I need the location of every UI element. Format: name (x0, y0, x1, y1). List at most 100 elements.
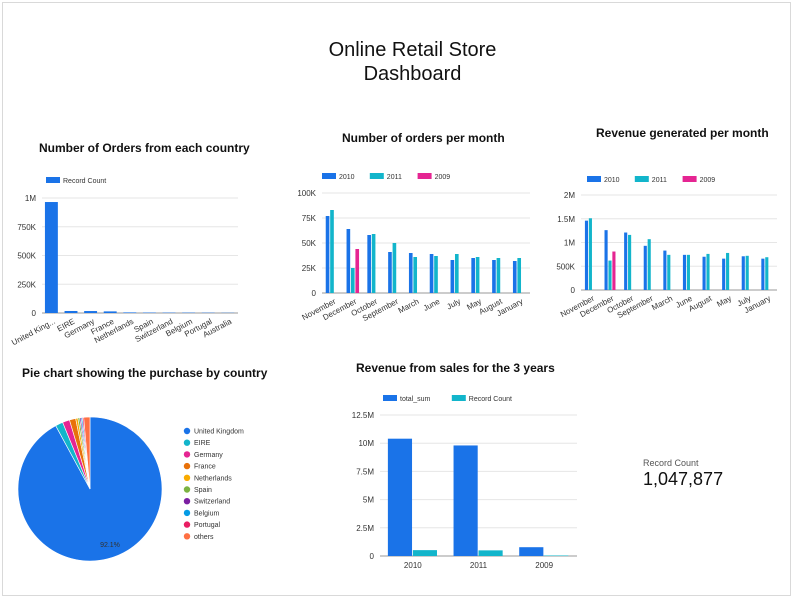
bar (544, 555, 569, 556)
bar (44, 202, 58, 313)
legend-label: 2011 (387, 174, 402, 181)
bar (682, 254, 687, 290)
y-tick-label: 2.5M (356, 524, 374, 533)
legend-label: Record Count (63, 178, 106, 185)
bar (761, 258, 765, 290)
bar (412, 550, 437, 556)
bar (584, 220, 589, 290)
bar (608, 260, 612, 290)
bar (741, 256, 745, 290)
x-tick-label: March (397, 297, 421, 315)
bar (722, 258, 726, 290)
bar (475, 257, 480, 293)
bar (667, 254, 671, 290)
bar (371, 234, 376, 293)
bar (512, 261, 517, 293)
bar (496, 258, 501, 293)
dashboard-title-line2: Dashboard (363, 63, 462, 85)
legend-swatch (417, 173, 432, 179)
bar (628, 234, 632, 290)
legend-swatch (183, 521, 191, 528)
legend-swatch (183, 474, 191, 481)
bar (392, 243, 397, 293)
bar (387, 438, 413, 556)
bar (588, 218, 592, 290)
y-tick-label: 0 (571, 286, 576, 295)
legend-label: total_sum (400, 396, 431, 403)
pie-title: Pie chart showing the purchase by countr… (22, 366, 268, 380)
legend-swatch (383, 395, 397, 401)
y-tick-label: 5M (363, 496, 374, 505)
bar (413, 257, 418, 293)
bar (726, 252, 730, 290)
legend-swatch (587, 176, 601, 182)
y-tick-label: 0 (370, 552, 375, 561)
legend-label: 2009 (700, 177, 716, 184)
orders-month-chart: 025K50K75K100K2010 2011 2009NovemberDecemb… (297, 173, 530, 323)
bar (702, 256, 706, 290)
bar (103, 311, 117, 313)
legend-swatch (183, 486, 191, 493)
y-tick-label: 500K (17, 252, 36, 261)
y-tick-label: 10M (358, 439, 374, 448)
bar (450, 260, 455, 293)
pie-slice-label: 92.1% (100, 542, 120, 549)
orders-country-title: Number of Orders from each country (39, 141, 250, 155)
legend-swatch (183, 509, 191, 517)
bar (492, 260, 496, 293)
dashboard-title-line1: Online Retail Store (328, 39, 497, 61)
bar (765, 257, 769, 290)
legend-label: 2009 (435, 174, 451, 181)
revenue-month-title: Revenue generated per month (596, 126, 769, 140)
bar (706, 253, 710, 290)
legend-label: Record Count (469, 396, 512, 403)
orders-month-title: Number of orders per month (342, 131, 505, 145)
x-tick-label: July (445, 297, 462, 312)
y-tick-label: 50K (302, 239, 317, 248)
x-tick-label: August (687, 293, 714, 313)
revenue-years-title: Revenue from sales for the 3 years (356, 361, 555, 375)
bar (517, 258, 522, 293)
x-tick-label: May (715, 294, 733, 309)
legend-swatch (322, 173, 336, 179)
legend-swatch (183, 498, 191, 505)
legend-label: others (194, 534, 214, 541)
legend-swatch (183, 427, 191, 435)
bar (367, 235, 371, 293)
bar (453, 445, 478, 556)
x-tick-label: 2011 (470, 561, 488, 570)
legend-label: Spain (194, 487, 212, 494)
bar (519, 547, 544, 556)
bar (663, 250, 667, 290)
legend-label: Germany (194, 452, 223, 459)
bar (686, 254, 690, 290)
bar (325, 216, 330, 293)
legend-swatch (46, 177, 60, 183)
y-tick-label: 1M (564, 239, 575, 248)
y-tick-label: 1.5M (557, 215, 575, 224)
bar (408, 253, 413, 293)
bar (123, 312, 137, 313)
x-tick-label: June (422, 297, 442, 313)
bar (346, 229, 351, 293)
legend-label: EIRE (194, 440, 211, 447)
legend-label: France (194, 464, 216, 471)
bar (84, 311, 98, 313)
x-tick-label: March (650, 294, 674, 312)
legend-label: 2010 (604, 177, 620, 184)
bar (434, 256, 438, 293)
bar (454, 254, 459, 293)
y-tick-label: 0 (32, 309, 37, 318)
bar (355, 249, 360, 293)
bar (471, 258, 475, 293)
legend-swatch (183, 439, 191, 446)
bar (624, 232, 628, 290)
pie-chart: 92.1% United Kingdom EIRE Germany France Neth… (17, 416, 244, 562)
dashboard-title: Online Retail Store Dashboard (0, 38, 795, 86)
x-tick-label: 2010 (404, 561, 422, 570)
bar (745, 255, 749, 290)
legend-swatch (183, 451, 191, 458)
y-tick-label: 75K (302, 214, 317, 223)
x-tick-label: 2009 (535, 561, 553, 570)
bar (478, 550, 503, 556)
